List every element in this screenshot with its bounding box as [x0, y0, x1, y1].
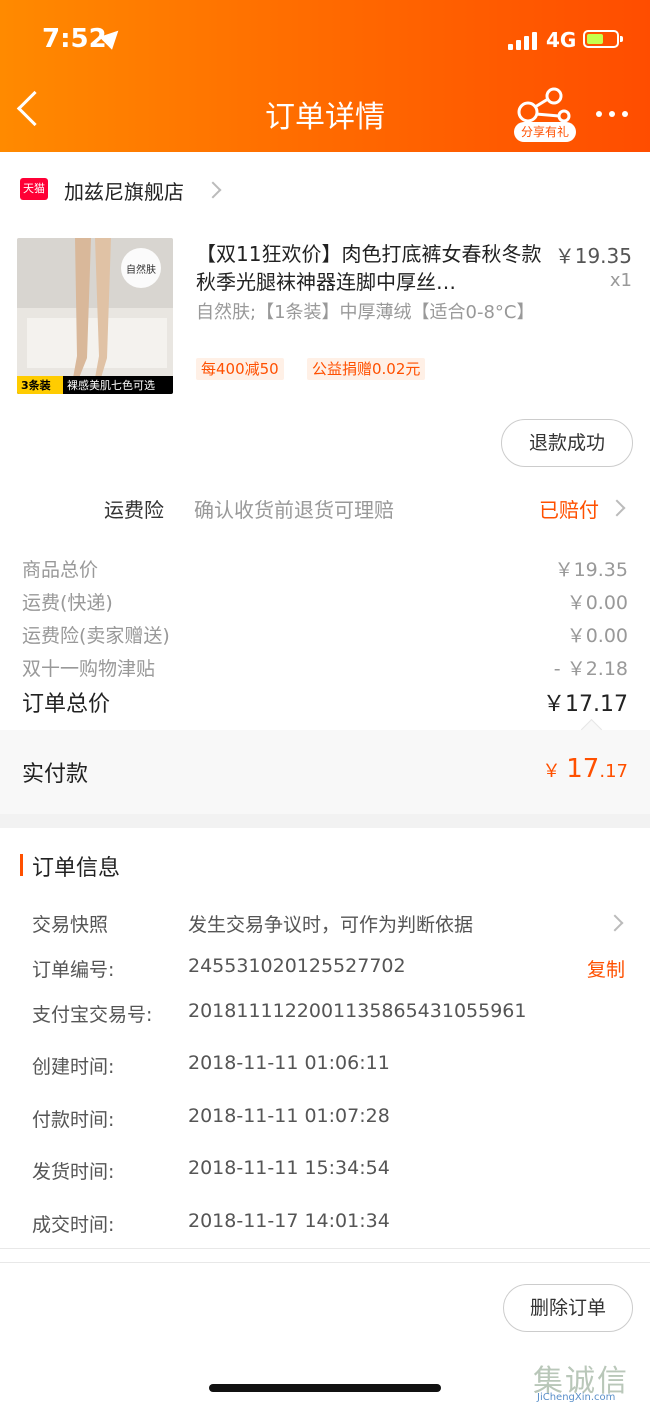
- shipped-time-row: 发货时间: 2018-11-11 15:34:54: [32, 1157, 628, 1187]
- section-accent-bar: [20, 854, 23, 876]
- summary-label: 商品总价: [22, 559, 99, 581]
- info-label: 订单编号:: [32, 959, 115, 981]
- watermark-logo: 集诚信 JiChengXin.com: [533, 1364, 629, 1403]
- paid-label: 实付款: [22, 762, 89, 787]
- divider: [0, 1248, 650, 1249]
- promo-tag: 每400减50: [196, 358, 284, 380]
- info-value: 2018-11-11 15:34:54: [188, 1157, 390, 1179]
- network-type: 4G: [546, 28, 577, 52]
- info-label: 创建时间:: [32, 1056, 115, 1078]
- order-total-row: 订单总价 ￥17.17: [22, 686, 628, 718]
- product-quantity: x1: [609, 270, 632, 291]
- product-sku: 自然肤;【1条装】中厚薄绒【适合0-8°C】: [196, 302, 535, 323]
- info-label: 付款时间:: [32, 1109, 115, 1131]
- info-value: 245531020125527702: [188, 955, 406, 977]
- info-label: 成交时间:: [32, 1214, 115, 1236]
- refund-status-button[interactable]: 退款成功: [501, 419, 633, 467]
- delete-order-button[interactable]: 删除订单: [503, 1284, 633, 1332]
- battery-icon: [583, 30, 623, 48]
- insurance-label: 运费险: [104, 498, 164, 522]
- thumb-brand: 自然肤: [126, 265, 156, 276]
- summary-row: 运费险(卖家赠送) ￥0.00: [22, 621, 628, 653]
- thumb-banner-right: 裸感美肌七色可选: [67, 379, 155, 392]
- deal-time-row: 成交时间: 2018-11-17 14:01:34: [32, 1210, 628, 1240]
- info-label: 交易快照: [32, 914, 109, 936]
- summary-label: 运费险(卖家赠送): [22, 625, 170, 647]
- summary-label: 双十一购物津贴: [22, 658, 156, 680]
- share-icon: [517, 87, 571, 123]
- info-label: 发货时间:: [32, 1161, 115, 1183]
- thumb-banner-left: 3条装: [21, 379, 51, 392]
- section-gap: [0, 814, 650, 828]
- status-time: 7:52: [42, 24, 107, 54]
- summary-value: ￥0.00: [566, 592, 628, 614]
- paid-amount-row: 实付款 ￥ 17.17: [0, 730, 650, 814]
- charity-tag: 公益捐赠0.02元: [307, 358, 426, 380]
- share-label: 分享有礼: [514, 122, 576, 142]
- summary-value: - ￥2.18: [553, 658, 628, 680]
- product-title[interactable]: 【双11狂欢价】肉色打底裤女春秋冬款秋季光腿袜神器连脚中厚丝…: [196, 240, 546, 296]
- home-indicator[interactable]: [209, 1384, 441, 1392]
- summary-value: ￥0.00: [566, 625, 628, 647]
- info-value: 发生交易争议时，可作为判断依据: [188, 914, 474, 936]
- shop-name: 加兹尼旗舰店: [64, 180, 184, 204]
- divider: [0, 1262, 650, 1263]
- paid-time-row: 付款时间: 2018-11-11 01:07:28: [32, 1105, 628, 1135]
- shop-row[interactable]: 天猫 加兹尼旗舰店: [0, 152, 650, 224]
- insurance-desc: 确认收货前退货可理赔: [194, 498, 394, 522]
- order-number-row: 订单编号: 245531020125527702: [32, 955, 628, 985]
- signal-icon: [508, 32, 540, 50]
- chevron-right-icon: [608, 499, 626, 517]
- header: 7:52 4G 订单详情 分享有礼: [0, 0, 650, 152]
- alipay-number-row: 支付宝交易号: 2018111122001135865431055961: [32, 1000, 628, 1030]
- info-value: 2018-11-11 01:06:11: [188, 1052, 390, 1074]
- info-value: 2018-11-17 14:01:34: [188, 1210, 390, 1232]
- more-icon[interactable]: [596, 111, 628, 119]
- product-thumbnail[interactable]: 自然肤 3条装 裸感美肌七色可选: [17, 238, 173, 394]
- paid-value: ￥ 17.17: [542, 754, 628, 784]
- copy-button[interactable]: 复制: [587, 955, 625, 982]
- summary-row: 运费(快递) ￥0.00: [22, 588, 628, 620]
- order-total-label: 订单总价: [22, 692, 111, 717]
- chevron-right-icon: [204, 181, 222, 199]
- summary-label: 运费(快递): [22, 592, 113, 614]
- info-value: 2018-11-11 01:07:28: [188, 1105, 390, 1127]
- summary-row: 双十一购物津贴 - ￥2.18: [22, 654, 628, 686]
- created-time-row: 创建时间: 2018-11-11 01:06:11: [32, 1052, 628, 1082]
- summary-value: ￥19.35: [554, 559, 628, 581]
- insurance-status: 已赔付: [539, 498, 599, 522]
- info-value: 2018111122001135865431055961: [188, 1000, 527, 1022]
- share-button[interactable]: 分享有礼: [514, 86, 576, 142]
- order-total-value: ￥17.17: [543, 692, 628, 717]
- info-label: 支付宝交易号:: [32, 1004, 153, 1026]
- order-info-title: 订单信息: [32, 856, 121, 881]
- summary-row: 商品总价 ￥19.35: [22, 555, 628, 587]
- product-price: ￥19.35: [554, 244, 632, 268]
- snapshot-row[interactable]: 交易快照 发生交易争议时，可作为判断依据: [32, 910, 628, 940]
- tmall-icon: 天猫: [20, 178, 48, 200]
